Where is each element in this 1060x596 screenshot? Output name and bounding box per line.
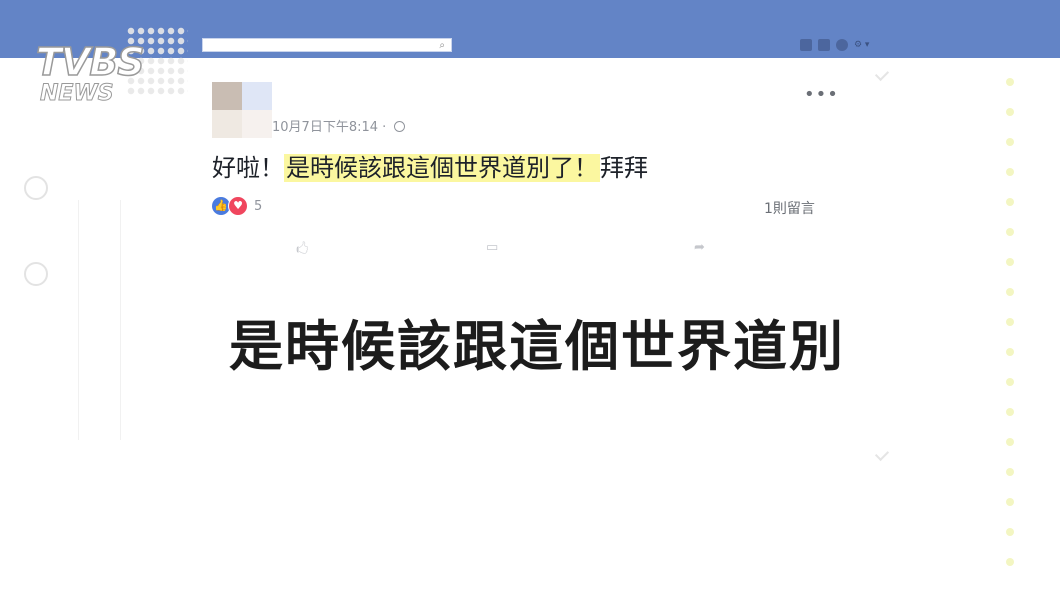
faint-emoji-icon <box>24 262 48 286</box>
post-timestamp[interactable]: 10月7日下午8:14 · <box>272 116 406 135</box>
comment-count[interactable]: 1則留言 <box>764 198 815 218</box>
account-menu-icon[interactable]: ⚙ ▾ <box>854 39 874 51</box>
faint-dot <box>1006 228 1014 236</box>
avatar[interactable] <box>212 82 272 138</box>
faint-dot <box>1006 528 1014 536</box>
love-reaction-icon: ♥ <box>228 196 248 216</box>
post-text-suffix: 拜拜 <box>600 154 648 182</box>
faint-dot <box>1006 168 1014 176</box>
faint-dot <box>1006 498 1014 506</box>
faint-chevron-icon <box>874 446 890 462</box>
facebook-post: 10月7日下午8:14 · ••• 好啦！是時候該跟這個世界道別了！拜拜 👍 ♥… <box>200 70 880 254</box>
reactions-summary[interactable]: 👍 ♥ 5 <box>212 196 262 216</box>
search-input[interactable]: ⌕ <box>202 38 452 52</box>
notifications-globe-icon[interactable] <box>836 39 848 51</box>
post-text: 好啦！是時候該跟這個世界道別了！拜拜 <box>212 152 648 184</box>
faint-photo-icon <box>24 176 48 200</box>
tvbs-news-logo: TVBS NEWS <box>30 26 190 110</box>
nav-icons: ⚙ ▾ <box>800 39 874 51</box>
faint-dot <box>1006 258 1014 266</box>
faint-dot <box>1006 78 1014 86</box>
faint-dot <box>1006 288 1014 296</box>
post-timestamp-text[interactable]: 10月7日下午8:14 · <box>272 120 390 135</box>
search-icon[interactable]: ⌕ <box>439 39 445 52</box>
logo-sub-text: NEWS <box>40 81 115 106</box>
more-options-icon[interactable]: ••• <box>804 86 839 104</box>
like-action-icon[interactable]: 🖒 <box>296 240 308 254</box>
share-action-icon[interactable]: ➦ <box>694 240 705 254</box>
faint-dot <box>1006 558 1014 566</box>
news-caption: 是時候該跟這個世界道別 <box>229 315 845 378</box>
faint-dot <box>1006 468 1014 476</box>
faint-dot <box>1006 438 1014 446</box>
friend-requests-icon[interactable] <box>800 39 812 51</box>
reaction-count[interactable]: 5 <box>254 199 262 214</box>
comment-action-icon[interactable]: ▭ <box>486 240 498 254</box>
globe-icon <box>394 121 406 132</box>
messages-icon[interactable] <box>818 39 830 51</box>
post-text-prefix: 好啦！ <box>212 154 284 182</box>
post-text-highlight: 是時候該跟這個世界道別了！ <box>284 154 600 182</box>
post-action-row: 🖒 ▭ ➦ <box>280 240 800 254</box>
logo-main-text: TVBS <box>35 40 145 84</box>
faint-dot <box>1006 198 1014 206</box>
faint-dot <box>1006 138 1014 146</box>
faint-dot <box>1006 108 1014 116</box>
faint-dot <box>1006 408 1014 416</box>
